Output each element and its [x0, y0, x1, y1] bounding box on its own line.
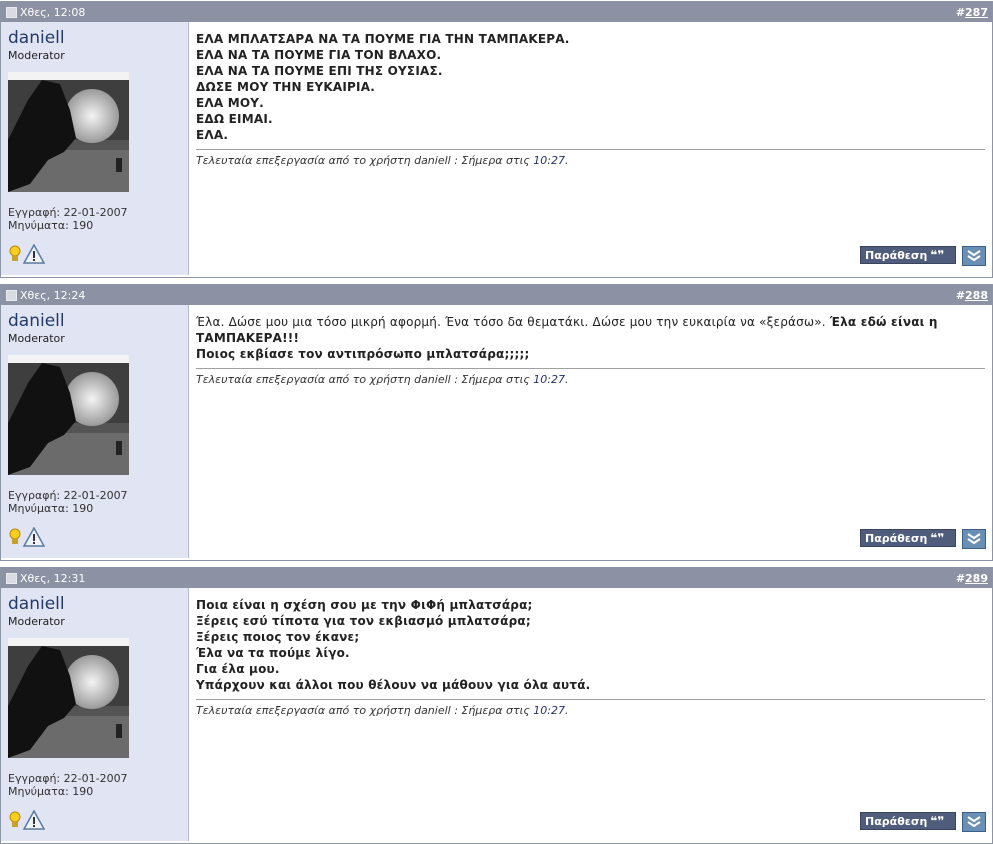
post-number-hash: # — [955, 571, 966, 585]
lightbulb-icon — [9, 528, 21, 544]
lightbulb-icon — [9, 245, 21, 261]
post-date: Χθες, 12:31 — [20, 571, 86, 585]
edit-note-suffix: . — [564, 373, 569, 386]
warning-icon[interactable] — [23, 810, 45, 830]
user-title: Moderator — [8, 332, 65, 345]
edit-note-suffix: . — [564, 704, 569, 717]
avatar — [8, 72, 129, 192]
post-status-icon — [6, 572, 17, 584]
quote-icon: ❝❞ — [930, 531, 945, 545]
multiquote-button[interactable] — [962, 246, 986, 266]
post-header: Χθες, 12:08 #287 — [1, 2, 992, 22]
message-line: Ποια είναι η σχέση σου με την ΦιΦή μπλατ… — [196, 598, 533, 612]
quote-icon: ❝❞ — [930, 248, 945, 262]
multiquote-button[interactable] — [962, 529, 986, 549]
edit-note-text: Τελευταία επεξεργασία από το χρήστη dani… — [196, 704, 534, 717]
user-title: Moderator — [8, 615, 65, 628]
message-line: ΕΛΑ ΝΑ ΤΑ ΠΟΥΜΕ ΓΙΑ ΤΟΝ ΒΛΑΧΟ. — [196, 48, 442, 62]
message-line: Για έλα μου. — [196, 662, 280, 676]
post-date: Χθες, 12:08 — [20, 5, 86, 19]
warning-icon[interactable] — [23, 527, 45, 547]
post-number-link[interactable]: 288 — [965, 289, 988, 302]
edit-note-suffix: . — [564, 154, 569, 167]
post: Χθες, 12:24 #288 daniell Moderator Εγγρα… — [0, 284, 993, 561]
edit-note: Τελευταία επεξεργασία από το χρήστη dani… — [196, 699, 985, 717]
post-status-icon — [6, 6, 17, 18]
post-date: Χθες, 12:24 — [20, 288, 86, 302]
multiquote-icon — [967, 816, 981, 828]
message-line: Ξέρεις ποιος τον έκανε; — [196, 630, 360, 644]
user-messages: Μηνύματα: 190 — [8, 785, 94, 798]
post: Χθες, 12:31 #289 daniell Moderator Εγγρα… — [0, 567, 993, 844]
quote-icon: ❝❞ — [930, 814, 945, 828]
post: Χθες, 12:08 #287 daniell Moderator Εγγρα… — [0, 1, 993, 278]
username-link[interactable]: daniell — [8, 594, 188, 614]
edit-time: 10:27 — [533, 154, 565, 167]
message-line: ΕΛΑ. — [196, 128, 229, 142]
edit-time: 10:27 — [533, 704, 565, 717]
post-number-hash: # — [955, 5, 966, 19]
message-line: Ποιος εκβίασε τον αντιπρόσωπο μπλατσάρα;… — [196, 347, 530, 361]
multiquote-icon — [967, 533, 981, 545]
post-header: Χθες, 12:24 #288 — [1, 285, 992, 305]
post-number-link[interactable]: 287 — [965, 6, 988, 19]
edit-note: Τελευταία επεξεργασία από το χρήστη dani… — [196, 368, 985, 386]
user-panel: daniell Moderator Εγγραφή: 22-01-2007 Μη… — [1, 588, 189, 841]
multiquote-icon — [967, 250, 981, 262]
post-number-link[interactable]: 289 — [965, 572, 988, 585]
message-line: ΕΛΑ ΜΟΥ. — [196, 96, 264, 110]
message-paragraph: Έλα. Δώσε μου μια τόσο μικρή αφορμή. Ένα… — [196, 314, 985, 330]
avatar — [8, 638, 129, 758]
user-joined: Εγγραφή: 22-01-2007 — [8, 772, 128, 785]
message-line: ΕΛΑ ΝΑ ΤΑ ΠΟΥΜΕ ΕΠΙ ΤΗΣ ΟΥΣΙΑΣ. — [196, 64, 443, 78]
post-message: Έλα. Δώσε μου μια τόσο μικρή αφορμή. Ένα… — [189, 305, 992, 558]
user-joined: Εγγραφή: 22-01-2007 — [8, 489, 128, 502]
post-number-hash: # — [955, 288, 966, 302]
avatar — [8, 355, 129, 475]
quote-label: Παράθεση — [865, 814, 928, 828]
message-line: ΔΩΣΕ ΜΟΥ ΤΗΝ ΕΥΚΑΙΡΙΑ. — [196, 80, 375, 94]
user-messages: Μηνύματα: 190 — [8, 219, 94, 232]
message-line: ΕΔΩ ΕΙΜΑΙ. — [196, 112, 273, 126]
warning-icon[interactable] — [23, 244, 45, 264]
edit-note-text: Τελευταία επεξεργασία από το χρήστη dani… — [196, 154, 534, 167]
username-link[interactable]: daniell — [8, 311, 188, 331]
lightbulb-icon — [9, 811, 21, 827]
multiquote-button[interactable] — [962, 812, 986, 832]
post-header: Χθες, 12:31 #289 — [1, 568, 992, 588]
username-link[interactable]: daniell — [8, 28, 188, 48]
quote-label: Παράθεση — [865, 531, 928, 545]
post-message: Ποια είναι η σχέση σου με την ΦιΦή μπλατ… — [189, 588, 992, 841]
user-messages: Μηνύματα: 190 — [8, 502, 94, 515]
message-line: ΤΑΜΠΑΚΕΡΑ!!! — [196, 331, 300, 345]
quote-button[interactable]: Παράθεση ❝❞ — [860, 812, 956, 830]
user-panel: daniell Moderator Εγγραφή: 22-01-2007 Μη… — [1, 22, 189, 275]
edit-note: Τελευταία επεξεργασία από το χρήστη dani… — [196, 149, 985, 167]
user-joined: Εγγραφή: 22-01-2007 — [8, 206, 128, 219]
quote-button[interactable]: Παράθεση ❝❞ — [860, 529, 956, 547]
message-emphasis: Έλα εδώ είναι η — [829, 315, 938, 329]
message-intro: Έλα. Δώσε μου μια τόσο μικρή αφορμή. Ένα… — [196, 315, 830, 329]
edit-note-text: Τελευταία επεξεργασία από το χρήστη dani… — [196, 373, 534, 386]
post-message: ΕΛΑ ΜΠΛΑΤΣΑΡΑ ΝΑ ΤΑ ΠΟΥΜΕ ΓΙΑ ΤΗΝ ΤΑΜΠΑΚ… — [189, 22, 992, 275]
post-status-icon — [6, 289, 17, 301]
message-line: Έλα να τα πούμε λίγο. — [196, 646, 350, 660]
quote-label: Παράθεση — [865, 248, 928, 262]
message-line: ΕΛΑ ΜΠΛΑΤΣΑΡΑ ΝΑ ΤΑ ΠΟΥΜΕ ΓΙΑ ΤΗΝ ΤΑΜΠΑΚ… — [196, 32, 570, 46]
message-line: Υπάρχουν και άλλοι που θέλουν να μάθουν … — [196, 678, 591, 692]
user-title: Moderator — [8, 49, 65, 62]
quote-button[interactable]: Παράθεση ❝❞ — [860, 246, 956, 264]
edit-time: 10:27 — [533, 373, 565, 386]
user-panel: daniell Moderator Εγγραφή: 22-01-2007 Μη… — [1, 305, 189, 558]
message-line: Ξέρεις εσύ τίποτα για τον εκβιασμό μπλατ… — [196, 614, 531, 628]
